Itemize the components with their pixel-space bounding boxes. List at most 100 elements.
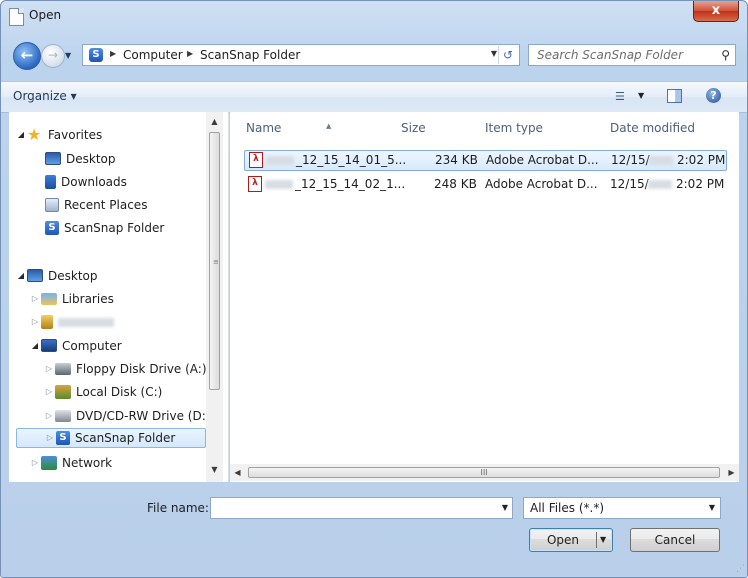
user-folder-icon bbox=[41, 314, 53, 329]
command-bar: Organize ▾ ☰ ▼ ? bbox=[1, 81, 747, 113]
nav-computer[interactable]: ◢ Computer bbox=[29, 336, 122, 356]
title-bar: Open x bbox=[1, 1, 747, 31]
scroll-down-arrow-icon[interactable]: ▼ bbox=[206, 462, 223, 477]
nav-label: DVD/CD-RW Drive (D:) bbox=[76, 409, 211, 423]
file-name-input[interactable]: ▼ bbox=[210, 497, 513, 519]
nav-favorites[interactable]: ◢ ★ Favorites bbox=[15, 125, 102, 145]
scansnap-icon: S bbox=[89, 48, 103, 62]
file-type: Adobe Acrobat D... bbox=[486, 153, 599, 167]
column-header-size[interactable]: Size bbox=[401, 121, 426, 135]
breadcrumb-computer[interactable]: Computer bbox=[123, 48, 183, 62]
scrollbar-thumb[interactable]: ≡ bbox=[209, 132, 220, 390]
scrollbar-thumb[interactable]: III bbox=[248, 467, 720, 478]
libraries-icon bbox=[41, 292, 57, 305]
star-icon: ★ bbox=[27, 124, 42, 144]
expand-arrow-icon[interactable]: ▷ bbox=[29, 453, 41, 473]
resize-grip-icon[interactable]: ⋰ bbox=[736, 564, 745, 574]
nav-libraries[interactable]: ▷ Libraries bbox=[29, 289, 114, 309]
redacted-filename-prefix bbox=[265, 180, 293, 189]
floppy-drive-icon bbox=[55, 362, 71, 375]
open-button-label[interactable]: Open bbox=[530, 529, 596, 551]
expand-arrow-icon[interactable]: ▷ bbox=[29, 289, 41, 309]
nav-label: Computer bbox=[62, 339, 122, 353]
search-box[interactable]: Search ScanSnap Folder ⚲ bbox=[528, 44, 736, 66]
open-dialog: Open x ← → ▼ S ▶ Computer ▶ ScanSnap Fol… bbox=[0, 0, 748, 578]
column-header-name[interactable]: Name ▲ bbox=[246, 121, 331, 135]
nav-recent-places[interactable]: Recent Places bbox=[45, 195, 147, 215]
desktop-icon bbox=[45, 152, 61, 165]
file-list-horizontal-scrollbar[interactable]: ◀ III ▶ bbox=[230, 464, 739, 481]
forward-button[interactable]: → bbox=[41, 44, 65, 68]
desktop-icon bbox=[27, 269, 43, 282]
cancel-button[interactable]: Cancel bbox=[630, 528, 720, 552]
breadcrumb-separator-icon[interactable]: ▶ bbox=[110, 49, 116, 58]
address-dropdown-icon[interactable]: ▼ bbox=[491, 49, 497, 58]
search-icon[interactable]: ⚲ bbox=[721, 48, 730, 62]
file-type-dropdown-icon[interactable]: ▼ bbox=[709, 503, 715, 512]
nav-label: Network bbox=[62, 456, 113, 470]
nav-network[interactable]: ▷ Network bbox=[29, 453, 112, 473]
scansnap-icon: S bbox=[56, 430, 70, 445]
nav-local-disk[interactable]: ▷ Local Disk (C:) bbox=[43, 382, 162, 402]
navigation-bar: ← → ▼ S ▶ Computer ▶ ScanSnap Folder ▼ ↺… bbox=[1, 39, 747, 73]
grip-icon: ≡ bbox=[213, 258, 219, 266]
sort-ascending-icon: ▲ bbox=[326, 122, 332, 130]
expand-arrow-icon[interactable]: ▷ bbox=[43, 406, 55, 426]
search-placeholder[interactable]: Search ScanSnap Folder bbox=[537, 48, 683, 62]
file-name-dropdown-icon[interactable]: ▼ bbox=[502, 503, 508, 512]
nav-label: Floppy Disk Drive (A:) bbox=[76, 362, 207, 376]
expand-arrow-icon[interactable]: ▷ bbox=[44, 429, 56, 447]
change-view-icon[interactable]: ☰ bbox=[615, 90, 625, 103]
nav-floppy-drive[interactable]: ▷ Floppy Disk Drive (A:) bbox=[43, 359, 207, 379]
nav-dvd-drive[interactable]: ▷ DVD/CD-RW Drive (D:) bbox=[43, 406, 211, 426]
scroll-up-arrow-icon[interactable]: ▲ bbox=[206, 114, 223, 129]
expand-arrow-icon[interactable]: ▷ bbox=[43, 382, 55, 402]
back-button[interactable]: ← bbox=[13, 42, 41, 70]
nav-label: ScanSnap Folder bbox=[64, 221, 165, 235]
open-button[interactable]: Open ▼ bbox=[529, 528, 613, 552]
scroll-left-arrow-icon[interactable]: ◀ bbox=[230, 465, 245, 480]
nav-scansnap-folder[interactable]: ▷ S ScanSnap Folder bbox=[16, 428, 206, 448]
nav-label: Libraries bbox=[62, 292, 114, 306]
column-header-item-type[interactable]: Item type bbox=[485, 121, 543, 135]
organize-menu-button[interactable]: Organize ▾ bbox=[13, 89, 77, 103]
address-bar[interactable]: S ▶ Computer ▶ ScanSnap Folder ▼ ↺ bbox=[82, 44, 520, 66]
collapse-arrow-icon[interactable]: ◢ bbox=[15, 125, 27, 145]
nav-desktop[interactable]: ◢ Desktop bbox=[15, 266, 98, 286]
split-divider bbox=[596, 532, 597, 548]
file-row[interactable]: λ _12_15_14_01_5... 234 KB Adobe Acrobat… bbox=[244, 150, 727, 171]
nav-pane-scrollbar[interactable]: ▲ ≡ ▼ bbox=[206, 112, 223, 482]
scroll-right-arrow-icon[interactable]: ▶ bbox=[724, 465, 739, 480]
file-type-select[interactable]: All Files (*.*) ▼ bbox=[523, 497, 721, 519]
collapse-arrow-icon[interactable]: ◢ bbox=[29, 336, 41, 356]
file-type-value[interactable]: All Files (*.*) bbox=[530, 501, 604, 515]
breadcrumb-scansnap-folder[interactable]: ScanSnap Folder bbox=[200, 48, 300, 62]
nav-user-folder[interactable]: ▷ bbox=[29, 312, 114, 332]
breadcrumb-separator-icon[interactable]: ▶ bbox=[187, 49, 193, 58]
nav-label: ScanSnap Folder bbox=[75, 431, 176, 445]
nav-favorites-desktop[interactable]: Desktop bbox=[45, 149, 116, 169]
recent-pages-dropdown[interactable]: ▼ bbox=[65, 51, 71, 60]
nav-label: Local Disk (C:) bbox=[76, 385, 163, 399]
file-type: Adobe Acrobat D... bbox=[485, 177, 598, 191]
close-button[interactable]: x bbox=[693, 1, 739, 22]
nav-favorites-scansnap[interactable]: S ScanSnap Folder bbox=[45, 218, 164, 238]
help-icon[interactable]: ? bbox=[706, 88, 721, 103]
document-icon bbox=[9, 8, 24, 26]
preview-pane-icon[interactable] bbox=[667, 89, 682, 103]
file-name-label: File name: bbox=[147, 501, 209, 515]
local-disk-icon bbox=[55, 384, 71, 399]
collapse-arrow-icon[interactable]: ◢ bbox=[15, 266, 27, 286]
column-header-date-modified[interactable]: Date modified bbox=[610, 121, 695, 135]
redacted-date-part bbox=[649, 156, 673, 165]
file-name: _12_15_14_02_1... bbox=[295, 177, 406, 191]
nav-downloads[interactable]: Downloads bbox=[45, 172, 127, 192]
file-name: _12_15_14_01_5... bbox=[296, 153, 407, 167]
refresh-icon[interactable]: ↺ bbox=[498, 46, 517, 64]
expand-arrow-icon[interactable]: ▷ bbox=[29, 312, 41, 332]
view-options-dropdown[interactable]: ▼ bbox=[638, 91, 644, 100]
expand-arrow-icon[interactable]: ▷ bbox=[43, 359, 55, 379]
file-row[interactable]: λ _12_15_14_02_1... 248 KB Adobe Acrobat… bbox=[244, 174, 727, 195]
scansnap-icon: S bbox=[45, 220, 59, 235]
open-options-dropdown-icon[interactable]: ▼ bbox=[600, 529, 606, 551]
